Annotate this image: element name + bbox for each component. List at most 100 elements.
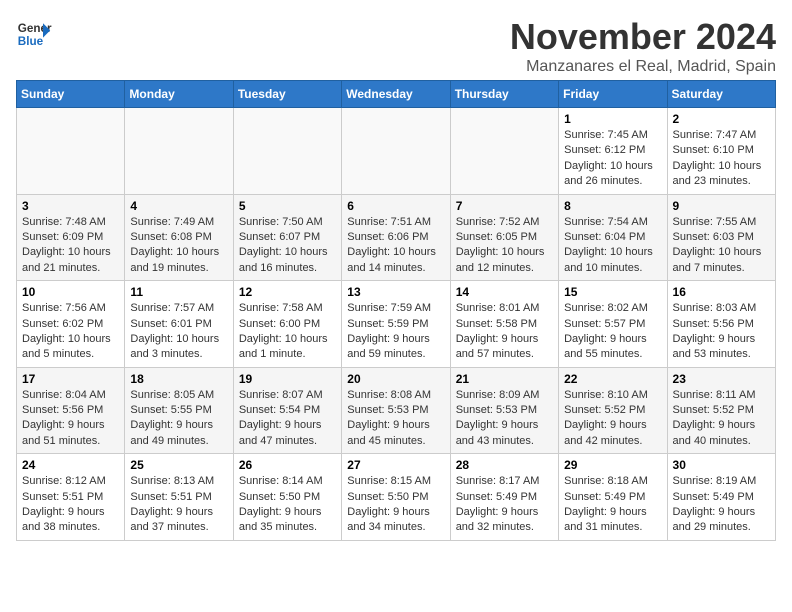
cell-content: Sunrise: 8:05 AMSunset: 5:55 PMDaylight:… — [130, 388, 227, 450]
cell-content: Sunrise: 8:15 AMSunset: 5:50 PMDaylight:… — [347, 474, 444, 536]
calendar-cell: 21Sunrise: 8:09 AMSunset: 5:53 PMDayligh… — [450, 367, 558, 454]
cell-content: Sunrise: 7:55 AMSunset: 6:03 PMDaylight:… — [673, 215, 770, 277]
calendar-cell: 8 Sunrise: 7:54 AMSunset: 6:04 PMDaylight… — [559, 194, 667, 281]
weekday-header: Thursday — [450, 81, 558, 108]
calendar-cell: 29 Sunrise: 8:18 AMSunset: 5:49 PMDayligh… — [559, 454, 667, 541]
day-number: 26 — [239, 458, 336, 472]
month-title: November 2024 — [510, 16, 776, 58]
location-title: Manzanares el Real, Madrid, Spain — [510, 58, 776, 76]
day-number: 11 — [130, 285, 227, 299]
day-number: 23 — [673, 372, 770, 386]
weekday-header: Sunday — [17, 81, 125, 108]
calendar-cell: 15 Sunrise: 8:02 AMSunset: 5:57 PMDayligh… — [559, 281, 667, 368]
calendar-cell: 10Sunrise: 7:56 AMSunset: 6:02 PMDayligh… — [17, 281, 125, 368]
calendar-week-row: 1 Sunrise: 7:45 AMSunset: 6:12 PMDaylight… — [17, 108, 776, 195]
calendar-cell: 26 Sunrise: 8:14 AMSunset: 5:50 PMDayligh… — [233, 454, 341, 541]
calendar-cell: 18 Sunrise: 8:05 AMSunset: 5:55 PMDayligh… — [125, 367, 233, 454]
cell-content: Sunrise: 7:49 AMSunset: 6:08 PMDaylight:… — [130, 215, 227, 277]
cell-content: Sunrise: 8:11 AMSunset: 5:52 PMDaylight:… — [673, 388, 770, 450]
calendar-cell: 11 Sunrise: 7:57 AMSunset: 6:01 PMDayligh… — [125, 281, 233, 368]
weekday-header: Friday — [559, 81, 667, 108]
weekday-header-row: SundayMondayTuesdayWednesdayThursdayFrid… — [17, 81, 776, 108]
cell-content: Sunrise: 8:12 AMSunset: 5:51 PMDaylight:… — [22, 474, 119, 536]
cell-content: Sunrise: 7:47 AMSunset: 6:10 PMDaylight:… — [673, 128, 770, 190]
day-number: 15 — [564, 285, 661, 299]
calendar-cell: 6Sunrise: 7:51 AMSunset: 6:06 PMDaylight… — [342, 194, 450, 281]
day-number: 29 — [564, 458, 661, 472]
weekday-header: Monday — [125, 81, 233, 108]
cell-content: Sunrise: 8:03 AMSunset: 5:56 PMDaylight:… — [673, 301, 770, 363]
calendar-cell: 25Sunrise: 8:13 AMSunset: 5:51 PMDayligh… — [125, 454, 233, 541]
day-number: 7 — [456, 199, 553, 213]
cell-content: Sunrise: 7:57 AMSunset: 6:01 PMDaylight:… — [130, 301, 227, 363]
cell-content: Sunrise: 8:01 AMSunset: 5:58 PMDaylight:… — [456, 301, 553, 363]
calendar-cell: 14 Sunrise: 8:01 AMSunset: 5:58 PMDayligh… — [450, 281, 558, 368]
calendar-cell: 27 Sunrise: 8:15 AMSunset: 5:50 PMDayligh… — [342, 454, 450, 541]
calendar-cell: 22 Sunrise: 8:10 AMSunset: 5:52 PMDayligh… — [559, 367, 667, 454]
calendar-cell — [342, 108, 450, 195]
calendar-cell: 28 Sunrise: 8:17 AMSunset: 5:49 PMDayligh… — [450, 454, 558, 541]
day-number: 20 — [347, 372, 444, 386]
calendar-cell: 9 Sunrise: 7:55 AMSunset: 6:03 PMDaylight… — [667, 194, 775, 281]
weekday-header: Saturday — [667, 81, 775, 108]
page-header: General Blue November 2024 Manzanares el… — [16, 16, 776, 76]
day-number: 8 — [564, 199, 661, 213]
calendar-cell: 4Sunrise: 7:49 AMSunset: 6:08 PMDaylight… — [125, 194, 233, 281]
cell-content: Sunrise: 8:04 AMSunset: 5:56 PMDaylight:… — [22, 388, 119, 450]
day-number: 27 — [347, 458, 444, 472]
day-number: 13 — [347, 285, 444, 299]
calendar-cell: 16 Sunrise: 8:03 AMSunset: 5:56 PMDayligh… — [667, 281, 775, 368]
day-number: 9 — [673, 199, 770, 213]
day-number: 18 — [130, 372, 227, 386]
calendar-cell — [450, 108, 558, 195]
day-number: 1 — [564, 112, 661, 126]
day-number: 2 — [673, 112, 770, 126]
day-number: 17 — [22, 372, 119, 386]
calendar-cell: 20 Sunrise: 8:08 AMSunset: 5:53 PMDayligh… — [342, 367, 450, 454]
day-number: 3 — [22, 199, 119, 213]
day-number: 5 — [239, 199, 336, 213]
day-number: 19 — [239, 372, 336, 386]
cell-content: Sunrise: 7:54 AMSunset: 6:04 PMDaylight:… — [564, 215, 661, 277]
calendar-week-row: 24 Sunrise: 8:12 AMSunset: 5:51 PMDayligh… — [17, 454, 776, 541]
day-number: 22 — [564, 372, 661, 386]
day-number: 28 — [456, 458, 553, 472]
day-number: 10 — [22, 285, 119, 299]
cell-content: Sunrise: 7:58 AMSunset: 6:00 PMDaylight:… — [239, 301, 336, 363]
cell-content: Sunrise: 8:02 AMSunset: 5:57 PMDaylight:… — [564, 301, 661, 363]
calendar-cell: 13Sunrise: 7:59 AMSunset: 5:59 PMDayligh… — [342, 281, 450, 368]
calendar-cell: 7 Sunrise: 7:52 AMSunset: 6:05 PMDaylight… — [450, 194, 558, 281]
calendar-week-row: 3Sunrise: 7:48 AMSunset: 6:09 PMDaylight… — [17, 194, 776, 281]
day-number: 30 — [673, 458, 770, 472]
cell-content: Sunrise: 8:10 AMSunset: 5:52 PMDaylight:… — [564, 388, 661, 450]
svg-text:Blue: Blue — [18, 35, 44, 48]
weekday-header: Wednesday — [342, 81, 450, 108]
calendar-cell: 2 Sunrise: 7:47 AMSunset: 6:10 PMDaylight… — [667, 108, 775, 195]
calendar-week-row: 10Sunrise: 7:56 AMSunset: 6:02 PMDayligh… — [17, 281, 776, 368]
calendar-cell: 23 Sunrise: 8:11 AMSunset: 5:52 PMDayligh… — [667, 367, 775, 454]
day-number: 24 — [22, 458, 119, 472]
calendar-cell: 12Sunrise: 7:58 AMSunset: 6:00 PMDayligh… — [233, 281, 341, 368]
cell-content: Sunrise: 7:52 AMSunset: 6:05 PMDaylight:… — [456, 215, 553, 277]
calendar-cell: 30Sunrise: 8:19 AMSunset: 5:49 PMDayligh… — [667, 454, 775, 541]
calendar-cell: 24 Sunrise: 8:12 AMSunset: 5:51 PMDayligh… — [17, 454, 125, 541]
cell-content: Sunrise: 8:14 AMSunset: 5:50 PMDaylight:… — [239, 474, 336, 536]
day-number: 14 — [456, 285, 553, 299]
calendar-cell: 5 Sunrise: 7:50 AMSunset: 6:07 PMDaylight… — [233, 194, 341, 281]
calendar-cell — [17, 108, 125, 195]
day-number: 16 — [673, 285, 770, 299]
calendar-cell: 19Sunrise: 8:07 AMSunset: 5:54 PMDayligh… — [233, 367, 341, 454]
cell-content: Sunrise: 7:51 AMSunset: 6:06 PMDaylight:… — [347, 215, 444, 277]
cell-content: Sunrise: 8:17 AMSunset: 5:49 PMDaylight:… — [456, 474, 553, 536]
calendar-cell — [233, 108, 341, 195]
weekday-header: Tuesday — [233, 81, 341, 108]
day-number: 25 — [130, 458, 227, 472]
cell-content: Sunrise: 8:09 AMSunset: 5:53 PMDaylight:… — [456, 388, 553, 450]
calendar-cell: 17 Sunrise: 8:04 AMSunset: 5:56 PMDayligh… — [17, 367, 125, 454]
cell-content: Sunrise: 7:50 AMSunset: 6:07 PMDaylight:… — [239, 215, 336, 277]
calendar-week-row: 17 Sunrise: 8:04 AMSunset: 5:56 PMDayligh… — [17, 367, 776, 454]
cell-content: Sunrise: 7:45 AMSunset: 6:12 PMDaylight:… — [564, 128, 661, 190]
calendar-table: SundayMondayTuesdayWednesdayThursdayFrid… — [16, 80, 776, 541]
cell-content: Sunrise: 8:18 AMSunset: 5:49 PMDaylight:… — [564, 474, 661, 536]
cell-content: Sunrise: 8:08 AMSunset: 5:53 PMDaylight:… — [347, 388, 444, 450]
